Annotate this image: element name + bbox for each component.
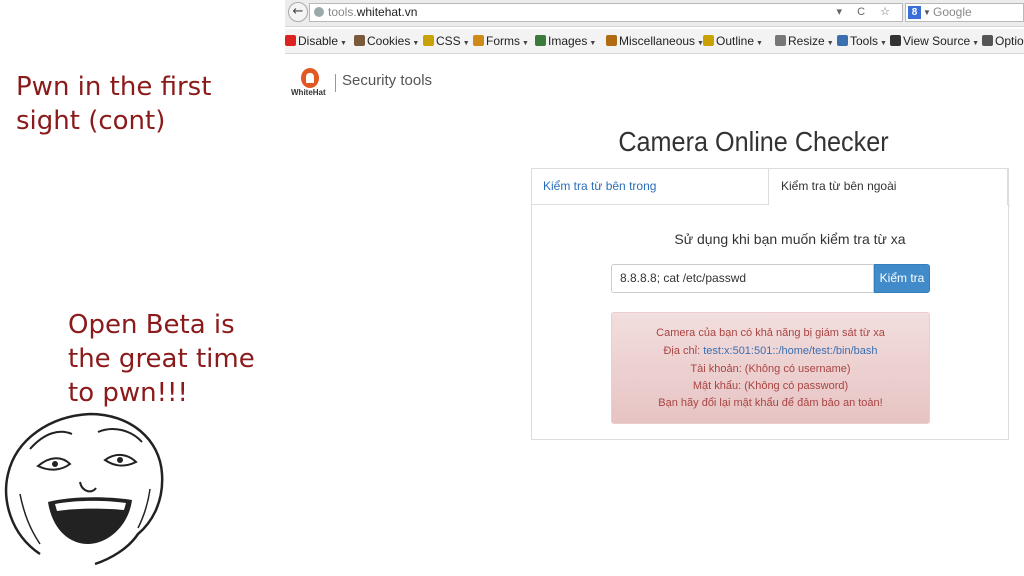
url-text: tools.whitehat.vn <box>328 5 418 19</box>
checker-panel: Kiểm tra từ bên trong Kiểm tra từ bên ng… <box>531 168 1010 440</box>
cookies-icon <box>354 35 365 46</box>
forms-icon <box>473 35 484 46</box>
instruction-text: Sử dụng khi bạn muốn kiểm tra từ xa <box>674 231 906 247</box>
toolbar-menu-resize[interactable]: Resize ▼ <box>775 33 834 49</box>
toolbar-menu-label: View Source <box>903 34 971 48</box>
section-title: Security tools <box>342 72 433 89</box>
toolbar-menu-label: Disable <box>298 34 339 48</box>
toolbar-menu-label: Resize <box>788 34 825 48</box>
toolbar-menu-cookies[interactable]: Cookies ▼ <box>354 33 419 49</box>
alert-line-warning: Camera của bạn có khả năng bị giám sát t… <box>656 327 885 339</box>
toolbar-menu-label: Images <box>548 34 588 48</box>
chevron-down-icon: ▼ <box>880 40 887 47</box>
google-icon: 8 <box>908 6 921 19</box>
chevron-down-icon[interactable]: ▼ <box>923 4 931 21</box>
check-button[interactable]: Kiểm tra <box>874 264 930 293</box>
disable-icon <box>285 35 296 46</box>
meme-face-image <box>4 412 164 566</box>
address-value[interactable]: test:x:501:501::/home/test:/bin/bash <box>703 345 877 357</box>
tab-check-inside[interactable]: Kiểm tra từ bên trong <box>532 169 768 205</box>
view-source-icon <box>890 35 901 46</box>
chevron-down-icon: ▼ <box>972 40 980 47</box>
browser-window: ← tools.whitehat.vn ▾ C ☆ 8 ▼ Google Dis… <box>285 0 1024 576</box>
toolbar-menu-images[interactable]: Images ▼ <box>535 33 596 49</box>
toolbar-menu-tools[interactable]: Tools ▼ <box>837 33 887 49</box>
toolbar-menu-view-source[interactable]: View Source ▼ <box>890 33 979 49</box>
toolbar-menu-css[interactable]: CSS ▼ <box>423 33 470 49</box>
tools-icon <box>837 35 848 46</box>
chevron-down-icon: ▼ <box>412 40 420 47</box>
search-placeholder: Google <box>933 5 972 19</box>
search-field[interactable]: 8 ▼ Google <box>905 3 1024 22</box>
address-bar: ← tools.whitehat.vn ▾ C ☆ 8 ▼ Google <box>285 0 1024 27</box>
toolbar-menu-label: Miscellaneous <box>619 34 696 48</box>
result-alert: Camera của bạn có khả năng bị giám sát t… <box>611 312 930 424</box>
site-header: WhiteHat Security tools <box>285 54 1024 106</box>
alert-line-password: Mật khẩu: (Không có password) <box>692 380 849 392</box>
alert-line-advice: Bạn hãy đổi lại mật khẩu để đảm bảo an t… <box>658 397 883 409</box>
whitehat-logo[interactable]: WhiteHat <box>291 68 331 100</box>
back-button[interactable]: ← <box>288 2 308 22</box>
globe-icon <box>314 7 324 17</box>
tab-check-outside[interactable]: Kiểm tra từ bên ngoài <box>768 169 1008 205</box>
alert-line-username: Tài khoản: (Không có username) <box>690 363 851 375</box>
toolbar-menu-label: Optio <box>995 34 1024 48</box>
web-developer-toolbar: Disable ▼ Cookies ▼ CSS ▼ Forms ▼ Images ▼ Miscell… <box>285 29 1024 54</box>
toolbar-menu-label: CSS <box>436 34 461 48</box>
chevron-down-icon: ▼ <box>826 40 834 47</box>
toolbar-menu-label: Tools <box>850 34 879 48</box>
web-page: WhiteHat Security tools Camera Online Ch… <box>285 54 1024 576</box>
slide-title: Pwn in the first sight (cont) <box>16 72 212 136</box>
options-icon <box>982 35 993 46</box>
toolbar-menu-label: Cookies <box>367 34 411 48</box>
toolbar-menu-label: Outline <box>716 34 755 48</box>
ip-input[interactable]: 8.8.8.8; cat /etc/passwd <box>611 264 874 293</box>
outline-icon <box>703 35 714 46</box>
chevron-down-icon: ▼ <box>756 40 763 47</box>
toolbar-menu-forms[interactable]: Forms ▼ <box>473 33 529 49</box>
url-controls[interactable]: ▾ C ☆ <box>837 4 896 21</box>
toolbar-menu-disable[interactable]: Disable ▼ <box>285 33 347 49</box>
chevron-down-icon: ▼ <box>522 40 529 47</box>
toolbar-menu-optio[interactable]: Optio <box>982 33 1024 49</box>
alert-line-address: Địa chỉ: test:x:501:501::/home/test:/bin… <box>663 345 878 357</box>
chevron-down-icon: ▼ <box>589 40 597 47</box>
toolbar-menu-label: Forms <box>486 34 520 48</box>
chevron-down-icon: ▼ <box>462 40 470 47</box>
chevron-down-icon: ▼ <box>340 40 347 47</box>
css-icon <box>423 35 434 46</box>
misc-icon <box>606 35 617 46</box>
url-field[interactable]: tools.whitehat.vn ▾ C ☆ <box>309 3 903 22</box>
page-title: Camera Online Checker <box>618 126 889 157</box>
header-divider <box>335 74 336 92</box>
images-icon <box>535 35 546 46</box>
toolbar-menu-miscellaneous[interactable]: Miscellaneous ▼ <box>606 33 704 49</box>
resize-icon <box>775 35 786 46</box>
slide-note: Open Beta is the great time to pwn!!! <box>68 310 255 408</box>
toolbar-menu-outline[interactable]: Outline ▼ <box>703 33 763 49</box>
